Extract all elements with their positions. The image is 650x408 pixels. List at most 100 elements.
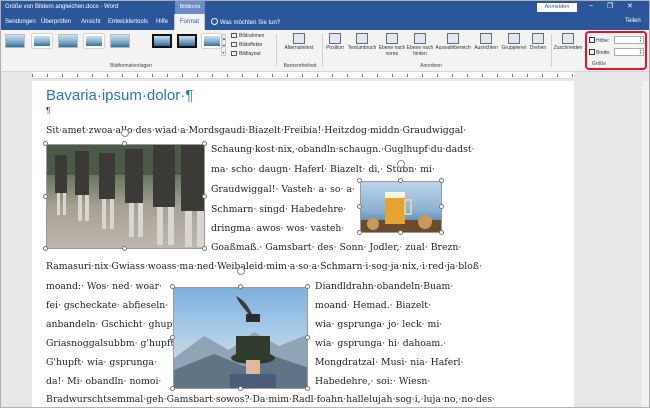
- minimize-button[interactable]: –: [589, 2, 593, 9]
- document-heading[interactable]: Bavaria·ipsum·dolor·¶: [46, 87, 193, 104]
- text-line[interactable]: Mongdratzal· Musi· nia· Haferl·: [315, 357, 464, 368]
- text-line[interactable]: Diandldrahn·obandeln·Buam·: [315, 281, 453, 292]
- resize-handle[interactable]: [305, 284, 310, 289]
- resize-handle[interactable]: [305, 386, 310, 391]
- crop-button[interactable]: Zuschneiden: [552, 33, 584, 51]
- text-line[interactable]: fei· gscheckate· abfieseln·: [46, 300, 168, 311]
- picture-style-7[interactable]: [177, 34, 197, 48]
- resize-handle[interactable]: [170, 284, 175, 289]
- tab-sendungen[interactable]: Sendungen: [5, 19, 36, 25]
- picture-style-4[interactable]: [84, 34, 104, 48]
- text-line[interactable]: da!· Mi· obandln· nomoi·: [46, 376, 161, 387]
- bring-forward-button[interactable]: Ebene nach vorne: [378, 33, 406, 57]
- resize-handle[interactable]: [439, 204, 444, 209]
- text-line[interactable]: anbandeln· Gschicht· ghupft·: [46, 319, 183, 330]
- send-backward-button[interactable]: Ebene nach hinten: [406, 33, 434, 57]
- close-button[interactable]: ✕: [627, 2, 633, 10]
- rotate-handle-icon[interactable]: [237, 267, 245, 275]
- vertical-scrollbar[interactable]: [642, 81, 649, 407]
- text-line[interactable]: Habedehre,· soi:· Wiesn·: [315, 376, 430, 387]
- picture-style-1[interactable]: [5, 34, 25, 48]
- text-line[interactable]: Graudwiggal!· Vasteh· a· so· a·: [211, 184, 355, 195]
- resize-handle[interactable]: [238, 284, 243, 289]
- text-line[interactable]: Griasnoggalsubbm· g'hupft·: [46, 338, 177, 349]
- resize-handle[interactable]: [305, 335, 310, 340]
- resize-handle[interactable]: [357, 230, 362, 235]
- rotate-handle-icon[interactable]: [397, 160, 405, 168]
- resize-handle[interactable]: [398, 230, 403, 235]
- picture-style-6[interactable]: [152, 34, 172, 48]
- picture-layout-button[interactable]: Bildlayout: [231, 51, 261, 57]
- resize-handle[interactable]: [43, 246, 48, 251]
- gallery-up-icon[interactable]: ▲: [222, 35, 226, 42]
- tab-hilfe[interactable]: Hilfe: [156, 19, 168, 25]
- text-line[interactable]: dringma· awos· wos· vasteh·: [211, 223, 344, 234]
- resize-handle[interactable]: [202, 194, 207, 199]
- resize-handle[interactable]: [202, 141, 207, 146]
- text-line[interactable]: G'hupft· wia· gsprunga·: [46, 357, 157, 368]
- picture-layout-icon: [231, 51, 237, 56]
- tab-format[interactable]: Format: [174, 14, 206, 30]
- text-line[interactable]: wia· gsprunga· jo· leck· mi·: [315, 319, 442, 330]
- resize-handle[interactable]: [357, 178, 362, 183]
- text-line[interactable]: Ramasuri·nix·Gwiass·woass·ma·ned·Weibale…: [46, 261, 482, 272]
- resize-handle[interactable]: [357, 204, 362, 209]
- ruler-track: [32, 72, 574, 79]
- picture-style-5[interactable]: [110, 34, 130, 48]
- tell-me-text: Was möchten Sie tun?: [220, 20, 281, 26]
- tell-me-box[interactable]: Was möchten Sie tun?: [211, 18, 280, 26]
- text-line[interactable]: Schaung·kost·nix,·obandln·schaugn.·Guglh…: [211, 144, 475, 155]
- resize-handle[interactable]: [238, 386, 243, 391]
- resize-handle[interactable]: [439, 178, 444, 183]
- hat-picture[interactable]: [173, 287, 308, 389]
- rotate-button[interactable]: Drehen: [527, 33, 549, 51]
- picture-style-8[interactable]: [202, 34, 222, 48]
- tab-ueberpruefen[interactable]: Überprüfen: [41, 19, 71, 25]
- picture-effects-button[interactable]: Bildeffekte: [231, 42, 262, 48]
- width-label: Breite:: [596, 50, 611, 56]
- resize-handle[interactable]: [43, 141, 48, 146]
- selection-pane-button[interactable]: Auswahlbereich: [434, 33, 472, 51]
- group-separator: [322, 34, 323, 67]
- parade-picture[interactable]: [46, 144, 205, 249]
- picture-style-3[interactable]: [58, 34, 78, 48]
- resize-handle[interactable]: [43, 194, 48, 199]
- gallery-more-icon[interactable]: ▾: [222, 49, 225, 56]
- group-objects-icon: [508, 33, 520, 44]
- resize-handle[interactable]: [439, 230, 444, 235]
- signin-button[interactable]: Anmelden: [537, 3, 577, 12]
- beer-picture[interactable]: [360, 181, 442, 233]
- gallery-down-icon[interactable]: ▼: [222, 42, 226, 49]
- group-objects-button[interactable]: Gruppieren: [500, 33, 528, 51]
- horizontal-ruler[interactable]: [1, 72, 649, 79]
- resize-handle[interactable]: [170, 386, 175, 391]
- text-line[interactable]: moand· Hemad.· Biazelt·: [315, 300, 431, 311]
- tab-entwicklertools[interactable]: Entwicklertools: [108, 19, 148, 25]
- align-button[interactable]: Ausrichten: [472, 33, 500, 51]
- resize-handle[interactable]: [122, 246, 127, 251]
- text-line[interactable]: Goaßmaß.· Gamsbart· des· Sonn· Jodler,· …: [211, 242, 461, 253]
- resize-handle[interactable]: [122, 141, 127, 146]
- tab-ansicht[interactable]: Ansicht: [81, 19, 101, 25]
- position-button[interactable]: Position: [324, 33, 346, 51]
- share-button[interactable]: Teilen: [625, 18, 641, 24]
- alt-text-button[interactable]: Alternativtext: [281, 33, 317, 51]
- gallery-scroll[interactable]: ▲ ▼ ▾: [221, 34, 226, 56]
- text-line[interactable]: Schmarn· singd· Habedehre·: [211, 204, 346, 215]
- rotate-handle-icon[interactable]: [121, 129, 129, 137]
- text-line[interactable]: moand:· Wos· ned· woar·: [46, 281, 162, 292]
- text-line[interactable]: Sit·amet·zwoa·allo·des·wiad·a·Mordsgaudi…: [46, 125, 466, 136]
- picture-layout-label: Bildlayout: [239, 51, 261, 57]
- resize-handle[interactable]: [398, 178, 403, 183]
- align-icon: [480, 33, 492, 44]
- resize-handle[interactable]: [170, 335, 175, 340]
- resize-handle[interactable]: [202, 246, 207, 251]
- picture-border-button[interactable]: Bildrahmen: [231, 33, 264, 39]
- restore-button[interactable]: ❐: [607, 2, 613, 10]
- empty-paragraph[interactable]: ¶: [46, 106, 50, 115]
- text-line[interactable]: wia· gsprunga· hi· dahoam.·: [315, 338, 446, 349]
- picture-style-2[interactable]: [32, 34, 52, 48]
- text-line[interactable]: Bradwurschtsemmal·geh·Gamsbart·sowos?·Da…: [46, 394, 495, 405]
- wrap-text-button[interactable]: Textumbruch: [346, 33, 378, 51]
- arrange-group-label: Anordnen: [420, 63, 442, 69]
